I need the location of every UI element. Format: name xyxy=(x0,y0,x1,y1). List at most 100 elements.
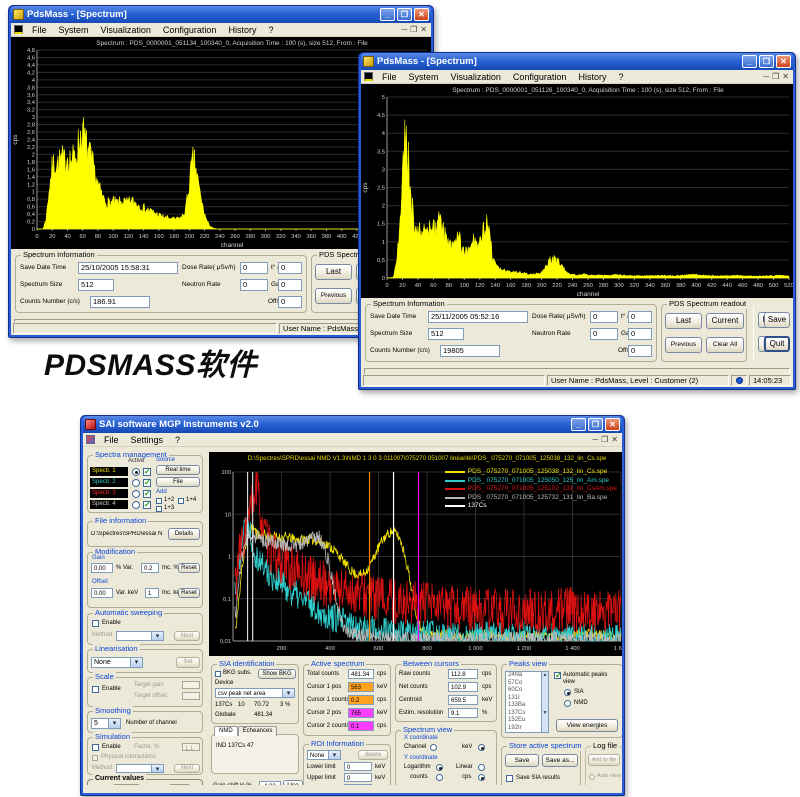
menu-file[interactable]: File xyxy=(98,435,125,445)
legend-item[interactable]: PDS_ 075270_071005_125732_131_lin_Ba.spe xyxy=(445,494,617,503)
sweeping-enable-checkbox[interactable] xyxy=(92,620,99,627)
counts-radio[interactable] xyxy=(436,774,443,781)
smoothing-dropdown[interactable]: 5 xyxy=(91,718,121,729)
menu-system[interactable]: System xyxy=(53,25,95,35)
mdi-close-icon[interactable]: ✕ xyxy=(782,72,789,81)
spectrum-1-visible-checkbox[interactable] xyxy=(143,468,151,476)
auto-peaks-checkbox[interactable] xyxy=(554,672,561,679)
counts-field[interactable]: 19805 xyxy=(440,345,500,357)
file-button[interactable]: File xyxy=(156,477,200,487)
neutron-field[interactable]: 0 xyxy=(240,279,268,291)
save-date-field[interactable]: 25/10/2005 15:58:31 xyxy=(78,262,178,274)
previous-button[interactable]: Previous xyxy=(665,337,702,353)
peak-item-selected[interactable]: 241Am xyxy=(506,732,541,733)
spectrum-2-active-radio[interactable] xyxy=(132,479,140,487)
counts-field[interactable]: 186.91 xyxy=(90,296,150,308)
add-1-2-checkbox[interactable] xyxy=(156,498,162,504)
clear-all-button[interactable]: Clear All xyxy=(706,337,744,353)
peak-item[interactable]: 24Na xyxy=(506,672,541,680)
save-date-field[interactable]: 25/11/2005 05:52:16 xyxy=(428,311,528,323)
peaks-scrollbar[interactable]: ▲▼ xyxy=(541,672,548,732)
dose-rate-field[interactable]: 0 xyxy=(240,262,268,274)
legend-item[interactable]: PDS_ 075270_071005_125102_131_lin_CsAm.s… xyxy=(445,485,617,494)
peak-item[interactable]: 192Ir xyxy=(506,725,541,733)
roi-delete-button[interactable]: delete xyxy=(358,750,388,760)
spectrum-icon[interactable] xyxy=(364,72,373,81)
channel-radio[interactable] xyxy=(430,744,437,751)
titlebar[interactable]: SAI software MGP Instruments v2.0 _ ❐ ✕ xyxy=(83,416,622,433)
offset-inc-field[interactable]: 1 xyxy=(145,588,159,598)
save-spectrum-button[interactable]: Save xyxy=(505,754,539,767)
sweeping-method-dropdown[interactable] xyxy=(116,631,164,641)
offset-field[interactable]: 0 xyxy=(278,296,302,308)
size-field[interactable]: 512 xyxy=(428,328,464,340)
peak-item[interactable]: 137Cs xyxy=(506,710,541,718)
gain-reset-button[interactable]: Reset xyxy=(178,563,200,573)
last-button[interactable]: Last xyxy=(665,313,702,329)
mdi-restore-icon[interactable]: ❐ xyxy=(772,72,779,81)
menu-file[interactable]: File xyxy=(26,25,53,35)
mdi-minimize-icon[interactable]: ─ xyxy=(401,25,407,34)
maximize-button[interactable]: ❐ xyxy=(759,55,774,68)
last-button[interactable]: Last xyxy=(315,264,352,280)
save-sia-checkbox[interactable] xyxy=(506,775,513,782)
bkg-subs-checkbox[interactable] xyxy=(215,671,221,677)
logarithm-radio[interactable] xyxy=(436,764,443,771)
temp-field[interactable]: 0 xyxy=(278,262,302,274)
spectrum-4-active-radio[interactable] xyxy=(132,501,140,509)
peak-item[interactable]: 133Ba xyxy=(506,702,541,710)
current-button[interactable]: Current xyxy=(706,313,744,329)
peak-item[interactable]: 60Co xyxy=(506,687,541,695)
app-menu-icon[interactable] xyxy=(86,435,95,444)
quit-button[interactable]: Quit xyxy=(764,336,790,352)
peak-item[interactable]: 57Co xyxy=(506,680,541,688)
titlebar[interactable]: PdsMass - [Spectrum] _ ❐ ✕ xyxy=(361,53,793,70)
close-button[interactable]: ✕ xyxy=(605,418,620,431)
spectrum-icon[interactable] xyxy=(14,25,23,34)
add-1-3-checkbox[interactable] xyxy=(156,506,162,512)
kev-radio[interactable] xyxy=(478,744,485,751)
factor-field[interactable]: 1.1 xyxy=(182,743,200,751)
dose-rate-field[interactable]: 0 xyxy=(590,311,618,323)
spectrum-2-visible-checkbox[interactable] xyxy=(143,479,151,487)
close-button[interactable]: ✕ xyxy=(414,8,429,21)
legend-item[interactable]: PDS_ 075270_071005_125038_132_lin_Cs.spe xyxy=(445,468,617,477)
show-bkg-button[interactable]: Show BKG xyxy=(258,669,296,679)
tab-echeances[interactable]: Echeances xyxy=(238,726,278,736)
real-time-button[interactable]: Real time xyxy=(156,465,200,475)
gain-field[interactable]: 0 xyxy=(628,328,652,340)
sweeping-next-button[interactable]: Next xyxy=(174,631,200,641)
physical-interactions-checkbox[interactable] xyxy=(92,755,98,761)
peaks-listbox[interactable]: 24Na 57Co 60Co 131I 133Ba 137Cs 152Eu 19… xyxy=(505,671,549,733)
menu-settings[interactable]: Settings xyxy=(125,435,170,445)
roi-dropdown[interactable]: None xyxy=(307,750,341,760)
lower-limit-field[interactable]: 0 xyxy=(344,762,372,771)
mdi-restore-icon[interactable]: ❐ xyxy=(410,25,417,34)
menu-visualization[interactable]: Visualization xyxy=(95,25,157,35)
gain-spinner[interactable]: 0.00 xyxy=(91,563,113,573)
save-as-button[interactable]: Save as... xyxy=(542,754,578,767)
save-button[interactable]: Save xyxy=(764,312,790,328)
upper-limit-field[interactable]: 0 xyxy=(344,773,372,782)
peak-item[interactable]: 152Eu xyxy=(506,717,541,725)
linear-radio[interactable] xyxy=(478,764,485,771)
minimize-button[interactable]: _ xyxy=(742,55,757,68)
menu-system[interactable]: System xyxy=(403,72,445,82)
details-button[interactable]: Details xyxy=(168,528,200,540)
minimize-button[interactable]: _ xyxy=(380,8,395,21)
linearisation-set-button[interactable]: Set xyxy=(176,657,200,668)
maximize-button[interactable]: ❐ xyxy=(397,8,412,21)
sia-radio[interactable] xyxy=(564,689,571,696)
menu-visualization[interactable]: Visualization xyxy=(445,72,507,82)
menu-configuration[interactable]: Configuration xyxy=(507,72,573,82)
menu-configuration[interactable]: Configuration xyxy=(157,25,223,35)
temp-field[interactable]: 0 xyxy=(628,311,652,323)
offset-spinner[interactable]: 0.00 xyxy=(91,588,113,598)
view-energies-button[interactable]: View energies xyxy=(556,719,618,732)
add-1-4-checkbox[interactable] xyxy=(178,498,184,504)
mdi-minimize-icon[interactable]: ─ xyxy=(763,72,769,81)
cps-radio[interactable] xyxy=(478,774,485,781)
maximize-button[interactable]: ❐ xyxy=(588,418,603,431)
legend-item[interactable]: PDS_ 075270_071005_125050_125_lin_Am.spe xyxy=(445,477,617,486)
spectrum-3-active-radio[interactable] xyxy=(132,490,140,498)
